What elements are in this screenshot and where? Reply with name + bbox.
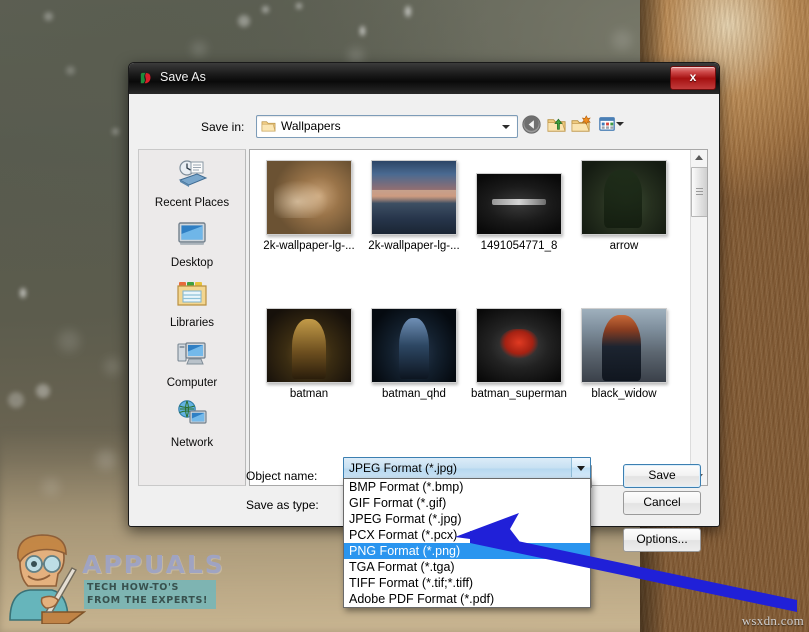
scroll-up-button[interactable] xyxy=(691,150,706,166)
place-item-desktop[interactable]: Desktop xyxy=(139,214,245,274)
save-in-value: Wallpapers xyxy=(281,119,341,133)
file-name: batman_qhd xyxy=(382,388,446,400)
place-item-computer[interactable]: Computer xyxy=(139,334,245,394)
save-as-type-label: Save as type: xyxy=(246,498,319,512)
bokeh-dot xyxy=(405,6,411,17)
save-in-label: Save in: xyxy=(201,120,245,134)
save-as-type-value: JPEG Format (*.jpg) xyxy=(349,461,458,475)
scrollbar-thumb[interactable] xyxy=(691,167,707,217)
place-label: Libraries xyxy=(169,317,215,329)
bokeh-dot xyxy=(36,384,50,398)
file-name: arrow xyxy=(609,240,639,252)
file-thumbnail xyxy=(581,160,667,235)
bokeh-dot xyxy=(8,392,24,408)
bokeh-dot xyxy=(296,3,302,9)
file-thumbnail xyxy=(476,308,562,383)
object-name-label: Object name: xyxy=(246,469,318,483)
dialog-title: Save As xyxy=(160,70,206,84)
file-thumbnail xyxy=(371,308,457,383)
dropdown-item[interactable]: PCX Format (*.pcx) xyxy=(344,527,590,543)
file-thumbnail xyxy=(371,160,457,235)
file-name: batman xyxy=(289,388,329,400)
computer-icon xyxy=(177,342,206,365)
bokeh-dot xyxy=(612,30,632,50)
places-bar: Recent Places Desktop Libraries Computer… xyxy=(138,149,246,486)
place-label: Recent Places xyxy=(154,197,230,209)
file-name: 2k-wallpaper-lg-... xyxy=(368,240,460,252)
close-button[interactable]: x xyxy=(670,66,716,90)
file-item[interactable]: batman_superman xyxy=(468,308,570,400)
network-icon xyxy=(178,400,207,424)
bokeh-dot xyxy=(104,358,121,375)
file-thumbnail xyxy=(581,308,667,383)
file-list[interactable]: 2k-wallpaper-lg-... 2k-wallpaper-lg-... … xyxy=(249,149,708,486)
file-thumbnail xyxy=(476,173,562,235)
bokeh-dot xyxy=(192,42,206,56)
appuals-tagline: TECH HOW-TO'S FROM THE EXPERTS! xyxy=(84,580,216,609)
site-watermark: wsxdn.com xyxy=(741,613,804,628)
bokeh-dot xyxy=(58,330,80,352)
file-thumbnail xyxy=(266,160,352,235)
file-thumbnail xyxy=(266,308,352,383)
appuals-watermark: APPUALS TECH HOW-TO'S FROM THE EXPERTS! xyxy=(6,528,223,628)
bokeh-dot xyxy=(360,26,365,36)
recent-places-icon xyxy=(178,160,208,187)
bokeh-dot xyxy=(20,288,26,298)
file-item[interactable]: 1491054771_8 xyxy=(468,160,570,252)
dropdown-item[interactable]: TGA Format (*.tga) xyxy=(344,559,590,575)
file-item[interactable]: batman xyxy=(258,308,360,400)
new-folder-icon[interactable] xyxy=(571,114,592,135)
bokeh-dot xyxy=(262,6,269,13)
file-item[interactable]: 2k-wallpaper-lg-... xyxy=(363,160,465,252)
save-in-combo[interactable]: Wallpapers xyxy=(256,115,518,138)
place-label: Computer xyxy=(166,377,218,389)
bokeh-dot xyxy=(66,66,75,75)
screen: Save As x Save in: Wallpapers Recent Pla… xyxy=(0,0,809,632)
save-button[interactable]: Save xyxy=(623,464,701,488)
combo-toggle-button[interactable] xyxy=(571,458,590,477)
file-item[interactable]: batman_qhd xyxy=(363,308,465,400)
libraries-icon xyxy=(177,282,207,306)
views-chevron-down-icon[interactable] xyxy=(616,122,624,126)
cancel-button[interactable]: Cancel xyxy=(623,491,701,515)
place-item-recent-places[interactable]: Recent Places xyxy=(139,154,245,214)
bokeh-dot xyxy=(238,15,250,27)
dialog-titlebar[interactable]: Save As x xyxy=(129,63,719,95)
options-button[interactable]: Options... xyxy=(623,528,701,552)
file-name: 1491054771_8 xyxy=(480,240,558,252)
save-as-type-dropdown[interactable]: BMP Format (*.bmp) GIF Format (*.gif) JP… xyxy=(343,478,591,608)
dropdown-item[interactable]: JPEG Format (*.jpg) xyxy=(344,511,590,527)
back-icon[interactable] xyxy=(521,114,542,135)
file-name: black_widow xyxy=(591,388,657,400)
file-name: 2k-wallpaper-lg-... xyxy=(263,240,355,252)
place-item-network[interactable]: Network xyxy=(139,394,245,454)
file-item[interactable]: 2k-wallpaper-lg-... xyxy=(258,160,360,252)
dropdown-item[interactable]: TIFF Format (*.tif;*.tiff) xyxy=(344,575,590,591)
save-as-type-combo[interactable]: JPEG Format (*.jpg) xyxy=(343,457,591,480)
irfanview-icon xyxy=(140,72,151,84)
dropdown-item-selected[interactable]: PNG Format (*.png) xyxy=(344,543,590,559)
bokeh-dot xyxy=(112,128,119,135)
file-name: batman_superman xyxy=(471,388,567,400)
appuals-mascot-icon xyxy=(9,534,87,625)
dropdown-item[interactable]: BMP Format (*.bmp) xyxy=(344,479,590,495)
dropdown-item[interactable]: GIF Format (*.gif) xyxy=(344,495,590,511)
place-label: Desktop xyxy=(170,257,214,269)
file-item[interactable]: arrow xyxy=(573,160,675,252)
place-label: Network xyxy=(170,437,214,449)
bokeh-dot xyxy=(42,478,60,496)
views-icon[interactable] xyxy=(597,114,618,135)
bokeh-dot xyxy=(96,450,116,470)
chevron-down-icon[interactable] xyxy=(502,125,510,129)
dropdown-item[interactable]: Adobe PDF Format (*.pdf) xyxy=(344,591,590,607)
folder-icon xyxy=(261,121,276,132)
desktop-icon xyxy=(178,222,206,245)
up-folder-icon[interactable] xyxy=(546,114,567,135)
bokeh-dot xyxy=(44,12,53,21)
file-list-scrollbar[interactable] xyxy=(690,150,707,485)
appuals-brand: APPUALS xyxy=(82,550,225,579)
file-item[interactable]: black_widow xyxy=(573,308,675,400)
place-item-libraries[interactable]: Libraries xyxy=(139,274,245,334)
